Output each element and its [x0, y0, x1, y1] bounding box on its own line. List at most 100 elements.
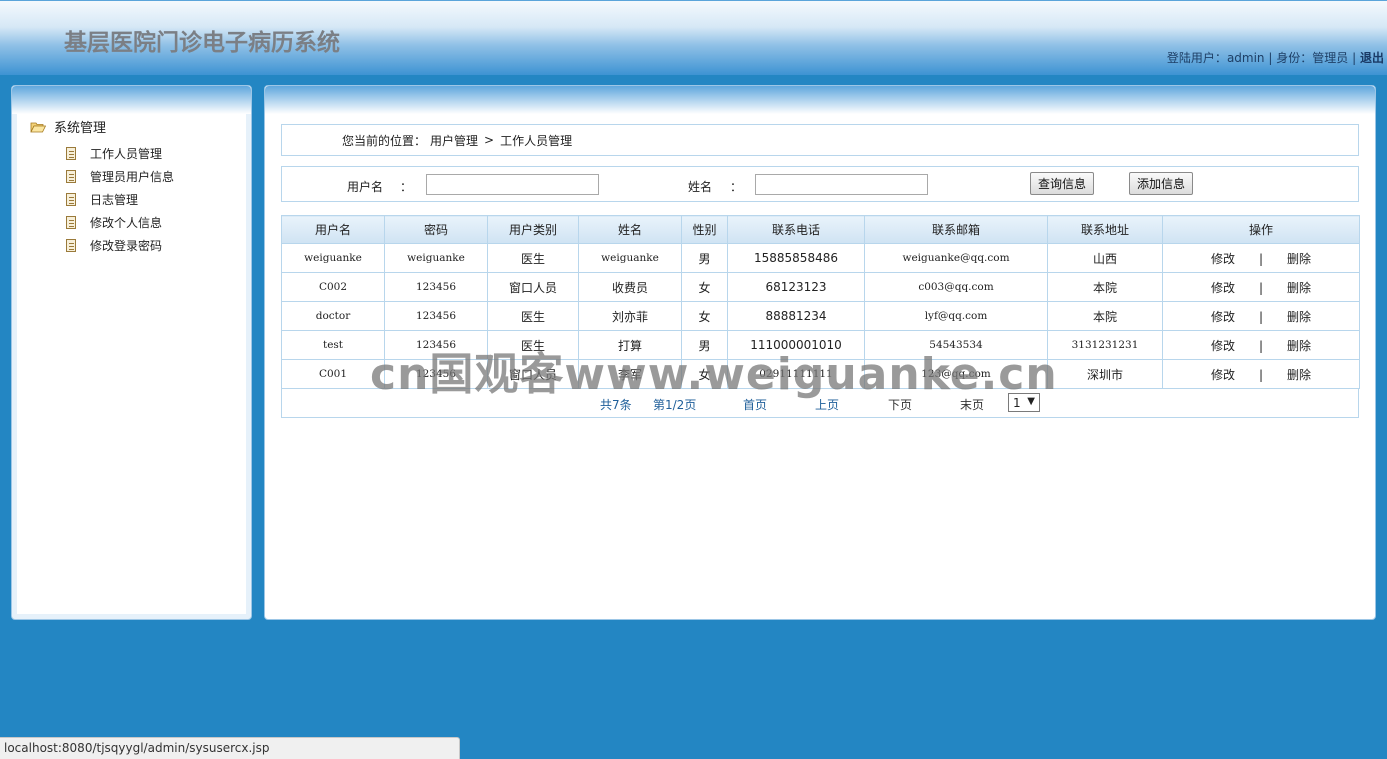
cell-email: c003@qq.com [864, 272, 1048, 302]
document-icon [66, 239, 76, 252]
cell-username: test [281, 330, 385, 360]
cell-email: 54543534 [864, 330, 1048, 360]
cell-gender: 男 [681, 330, 728, 360]
delete-link[interactable]: 删除 [1287, 368, 1311, 382]
add-button[interactable]: 添加信息 [1129, 172, 1194, 195]
cell-actions: 修改 | 删除 [1162, 301, 1360, 331]
table-header-row: 用户名 密码 用户类别 姓名 性别 联系电话 联系邮箱 联系地址 操作 [281, 215, 1360, 244]
document-icon [66, 170, 76, 183]
total-count: 共7条 [600, 398, 632, 412]
table-row: C002 123456 窗口人员 收费员 女 68123123 c003@qq.… [281, 272, 1360, 302]
cell-password: weiguanke [384, 243, 488, 273]
edit-link[interactable]: 修改 [1211, 310, 1235, 324]
column-header: 操作 [1162, 215, 1360, 244]
main-panel: 您当前的位置： 用户管理 > 工作人员管理 用户名 ： 姓名 ： 查询信息 添加… [264, 85, 1376, 620]
sidebar-item-edit-profile[interactable]: 修改个人信息 [66, 211, 174, 234]
login-label: 登陆用户： [1166, 51, 1227, 65]
sidebar: 系统管理 工作人员管理 管理员用户信息 日志管理 修改个人信息 修改登录密码 [11, 85, 252, 620]
tree-root-label: 系统管理 [54, 121, 107, 136]
delete-link[interactable]: 删除 [1287, 252, 1311, 266]
cell-address: 深圳市 [1047, 359, 1163, 389]
cell-actions: 修改 | 删除 [1162, 243, 1360, 273]
page-select[interactable]: 1 ▼ [1008, 393, 1040, 412]
breadcrumb: 您当前的位置： 用户管理 > 工作人员管理 [281, 124, 1359, 156]
sidebar-item-admin-users[interactable]: 管理员用户信息 [66, 165, 174, 188]
tree-items: 工作人员管理 管理员用户信息 日志管理 修改个人信息 修改登录密码 [66, 142, 174, 257]
cell-password: 123456 [384, 301, 488, 331]
cell-phone: 02911111111 [727, 359, 865, 389]
delete-link[interactable]: 删除 [1287, 281, 1311, 295]
cell-phone: 111000001010 [727, 330, 865, 360]
username-colon: ： [400, 180, 413, 194]
next-page-link[interactable]: 下页 [888, 396, 912, 413]
cell-username: C001 [281, 359, 385, 389]
page-indicator: 第1/2页 [653, 398, 697, 412]
column-header: 联系地址 [1047, 215, 1163, 244]
breadcrumb-level1: 用户管理 [430, 133, 479, 148]
cell-password: 123456 [384, 359, 488, 389]
app-title: 基层医院门诊电子病历系统 [64, 30, 340, 56]
cell-password: 123456 [384, 330, 488, 360]
breadcrumb-level2: 工作人员管理 [500, 133, 573, 148]
cell-password: 123456 [384, 272, 488, 302]
name-search-input[interactable] [755, 174, 928, 195]
column-header: 姓名 [578, 215, 682, 244]
user-info-bar: 登陆用户：admin | 身份：管理员 | 退出 [1167, 49, 1384, 66]
cell-address: 本院 [1047, 272, 1163, 302]
cell-name: 刘亦菲 [578, 301, 682, 331]
edit-link[interactable]: 修改 [1211, 281, 1235, 295]
cell-user-type: 窗口人员 [487, 359, 579, 389]
search-bar: 用户名 ： 姓名 ： 查询信息 添加信息 [281, 166, 1359, 202]
delete-link[interactable]: 删除 [1287, 310, 1311, 324]
username-search-input[interactable] [426, 174, 599, 195]
role-label: 身份： [1276, 51, 1313, 65]
sidebar-item-label: 管理员用户信息 [90, 170, 175, 184]
cell-user-type: 医生 [487, 243, 579, 273]
table-row: C001 123456 窗口人员 李军 女 02911111111 123@qq… [281, 359, 1360, 389]
breadcrumb-prefix: 您当前的位置： [342, 133, 427, 148]
divider: | [1352, 51, 1357, 65]
tree-root-system-management[interactable]: 系统管理 [30, 117, 106, 136]
sidebar-item-log-management[interactable]: 日志管理 [66, 188, 174, 211]
cell-user-type: 医生 [487, 301, 579, 331]
cell-user-type: 窗口人员 [487, 272, 579, 302]
cell-actions: 修改 | 删除 [1162, 272, 1360, 302]
sidebar-item-label: 工作人员管理 [90, 147, 163, 161]
sidebar-item-change-password[interactable]: 修改登录密码 [66, 234, 174, 257]
browser-status-bar: localhost:8080/tjsqyygl/admin/sysusercx.… [0, 737, 460, 759]
query-button[interactable]: 查询信息 [1030, 172, 1095, 195]
cell-actions: 修改 | 删除 [1162, 359, 1360, 389]
logout-link[interactable]: 退出 [1360, 51, 1384, 65]
cell-name: 打算 [578, 330, 682, 360]
table-row: test 123456 医生 打算 男 111000001010 5454353… [281, 330, 1360, 360]
name-label: 姓名 [688, 180, 713, 194]
table-row: weiguanke weiguanke 医生 weiguanke 男 15885… [281, 243, 1360, 273]
last-page-link[interactable]: 末页 [960, 396, 984, 413]
username: admin [1226, 51, 1265, 65]
staff-table: 用户名 密码 用户类别 姓名 性别 联系电话 联系邮箱 联系地址 操作 weig… [281, 215, 1360, 389]
action-divider: | [1258, 309, 1264, 324]
column-header: 用户类别 [487, 215, 579, 244]
cell-phone: 15885858486 [727, 243, 865, 273]
edit-link[interactable]: 修改 [1211, 339, 1235, 353]
breadcrumb-separator: > [484, 133, 495, 147]
column-header: 联系邮箱 [864, 215, 1048, 244]
username-label: 用户名 [347, 180, 384, 194]
action-divider: | [1258, 251, 1264, 266]
sidebar-item-staff-management[interactable]: 工作人员管理 [66, 142, 174, 165]
sidebar-item-label: 日志管理 [90, 193, 139, 207]
action-divider: | [1258, 367, 1264, 382]
cell-name: 李军 [578, 359, 682, 389]
action-divider: | [1258, 280, 1264, 295]
prev-page-link[interactable]: 上页 [815, 396, 839, 413]
column-header: 用户名 [281, 215, 385, 244]
cell-address: 山西 [1047, 243, 1163, 273]
delete-link[interactable]: 删除 [1287, 339, 1311, 353]
edit-link[interactable]: 修改 [1211, 368, 1235, 382]
cell-phone: 68123123 [727, 272, 865, 302]
edit-link[interactable]: 修改 [1211, 252, 1235, 266]
cell-actions: 修改 | 删除 [1162, 330, 1360, 360]
cell-address: 本院 [1047, 301, 1163, 331]
first-page-link[interactable]: 首页 [743, 396, 767, 413]
page-select-value: 1 [1013, 395, 1021, 410]
